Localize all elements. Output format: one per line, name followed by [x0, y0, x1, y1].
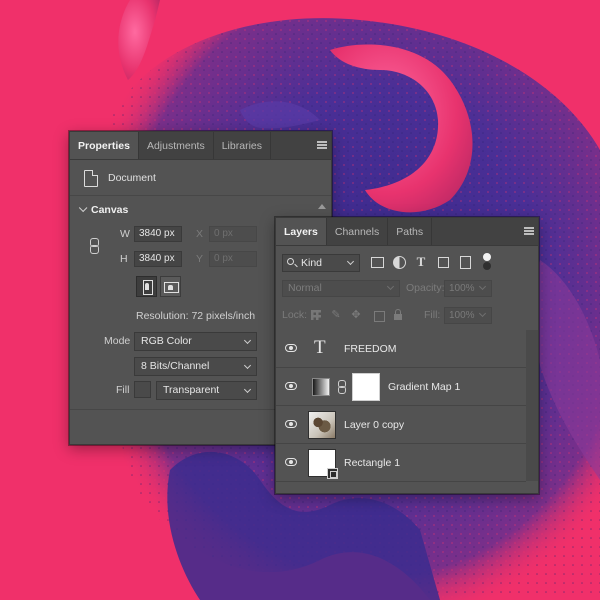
- lock-image-pixels-icon: ✎: [331, 309, 341, 321]
- bit-depth-value: 8 Bits/Channel: [141, 360, 210, 372]
- canvas-section-title: Canvas: [91, 204, 129, 216]
- layer-mask-thumbnail[interactable]: [352, 373, 380, 401]
- gradient-map-adjustment-icon: [312, 378, 330, 396]
- shape-layer-icon: [327, 468, 338, 479]
- height-label: H: [120, 253, 128, 265]
- adjustment-layer-filter-icon[interactable]: [392, 255, 406, 269]
- width-label: W: [120, 228, 130, 240]
- lock-artboard-icon: [372, 309, 385, 322]
- smart-object-filter-icon[interactable]: [458, 255, 472, 269]
- resolution-text: Resolution: 72 pixels/inch: [136, 310, 256, 322]
- opacity-value: 100%: [449, 283, 475, 294]
- layer-name: FREEDOM: [344, 343, 397, 355]
- filter-kind-select[interactable]: Kind: [282, 254, 360, 272]
- layer-thumbnail: [308, 411, 336, 439]
- tab-channels[interactable]: Channels: [327, 218, 389, 245]
- link-dimensions-icon[interactable]: [90, 238, 99, 254]
- filter-kind-value: Kind: [301, 257, 323, 269]
- mode-value: RGB Color: [141, 335, 192, 347]
- tab-properties[interactable]: Properties: [70, 132, 139, 159]
- chevron-down-icon: [78, 203, 88, 213]
- opacity-label: Opacity:: [406, 282, 445, 294]
- chevron-down-icon: [243, 385, 252, 394]
- pixel-layer-filter-icon[interactable]: [370, 255, 384, 269]
- y-field: 0 px: [209, 251, 257, 267]
- document-label: Document: [108, 172, 156, 184]
- layers-tab-bar: Layers Channels Paths: [276, 218, 538, 246]
- lock-position-icon: ✥: [351, 309, 361, 321]
- type-layer-filter-icon[interactable]: T: [414, 255, 428, 269]
- x-label: X: [196, 228, 204, 240]
- tab-adjustments[interactable]: Adjustments: [139, 132, 214, 159]
- layer-name: Gradient Map 1: [388, 381, 461, 393]
- lock-label: Lock:: [282, 309, 308, 321]
- panel-menu-icon[interactable]: [524, 227, 534, 235]
- visibility-eye-icon[interactable]: [285, 344, 297, 352]
- blend-mode-select: Normal: [282, 280, 400, 297]
- visibility-eye-icon[interactable]: [285, 382, 297, 390]
- visibility-eye-icon[interactable]: [285, 420, 297, 428]
- fill-field: 100%: [444, 307, 492, 324]
- fill-value: 100%: [449, 310, 475, 321]
- lock-transparent-pixels-icon: [310, 309, 322, 321]
- tab-paths[interactable]: Paths: [388, 218, 433, 245]
- mode-label: Mode: [104, 335, 131, 347]
- chevron-down-icon: [478, 309, 487, 318]
- portrait-orientation-button[interactable]: [136, 276, 157, 297]
- layer-name: Layer 0 copy: [344, 419, 405, 431]
- layer-row-gradient-map[interactable]: Gradient Map 1: [276, 368, 526, 406]
- type-layer-icon: T: [314, 337, 326, 358]
- tab-layers[interactable]: Layers: [276, 218, 327, 245]
- mode-select[interactable]: RGB Color: [134, 332, 257, 351]
- opacity-field: 100%: [444, 280, 492, 297]
- chevron-down-icon: [386, 282, 395, 291]
- fill-label: Fill: [116, 384, 130, 396]
- filter-toggle-icon[interactable]: [482, 253, 492, 271]
- layer-name: Rectangle 1: [344, 457, 401, 469]
- fill-color-swatch[interactable]: [134, 381, 151, 398]
- document-icon: [84, 170, 98, 187]
- fill-value: Transparent: [163, 384, 220, 396]
- layer-thumbnail: [308, 449, 338, 479]
- chevron-down-icon: [346, 257, 355, 266]
- height-field[interactable]: 3840 px: [134, 251, 182, 267]
- bit-depth-select[interactable]: 8 Bits/Channel: [134, 357, 257, 376]
- fill-label: Fill:: [424, 309, 441, 321]
- layer-row-layer0-copy[interactable]: Layer 0 copy: [276, 406, 526, 444]
- width-field[interactable]: 3840 px: [134, 226, 182, 242]
- layers-panel: Layers Channels Paths Kind T Normal Opac…: [275, 217, 539, 494]
- landscape-orientation-button[interactable]: [160, 276, 181, 297]
- canvas-section-toggle[interactable]: Canvas: [78, 203, 129, 216]
- y-label: Y: [196, 253, 204, 265]
- chevron-down-icon: [478, 282, 487, 291]
- fill-select[interactable]: Transparent: [156, 381, 257, 400]
- blend-mode-value: Normal: [288, 282, 322, 294]
- shape-layer-filter-icon[interactable]: [436, 255, 450, 269]
- lock-all-icon: [392, 309, 404, 321]
- layers-scrollbar[interactable]: [526, 330, 538, 481]
- layer-row-freedom[interactable]: T FREEDOM: [276, 330, 526, 368]
- search-icon: [287, 258, 294, 265]
- mask-link-icon[interactable]: [338, 380, 346, 394]
- layer-row-rectangle[interactable]: Rectangle 1: [276, 444, 526, 482]
- panel-menu-icon[interactable]: [317, 141, 327, 149]
- chevron-down-icon: [243, 361, 252, 370]
- visibility-eye-icon[interactable]: [285, 458, 297, 466]
- properties-tab-bar: Properties Adjustments Libraries: [70, 132, 331, 160]
- chevron-down-icon: [243, 336, 252, 345]
- scroll-up-arrow-icon[interactable]: [318, 204, 326, 209]
- x-field: 0 px: [209, 226, 257, 242]
- document-header: Document: [70, 162, 331, 196]
- tab-libraries[interactable]: Libraries: [214, 132, 271, 159]
